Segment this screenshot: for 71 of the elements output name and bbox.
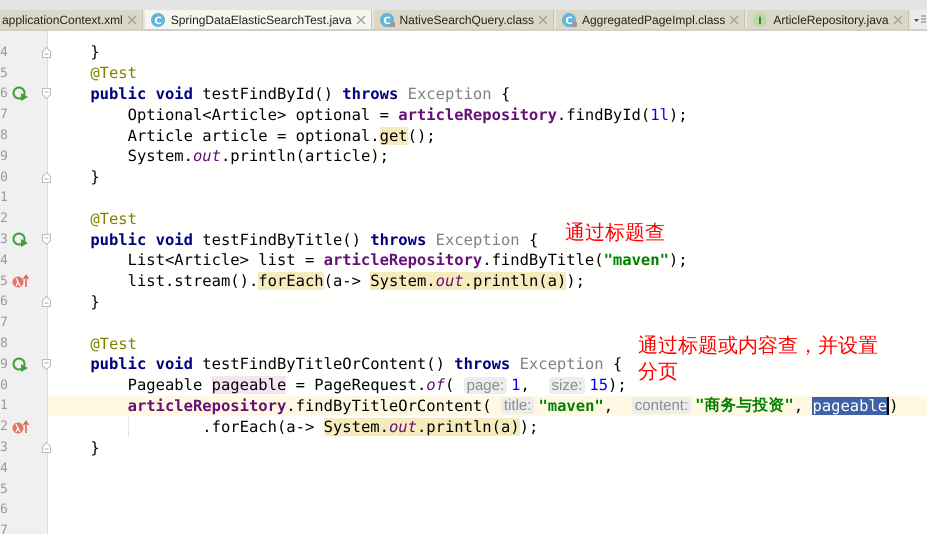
run-icon bbox=[12, 356, 29, 373]
code-line: Article article = optional.get(); bbox=[128, 126, 436, 145]
code-line: Optional<Article> optional = articleRepository.findById(1l); bbox=[128, 106, 688, 124]
line-number: 2 bbox=[0, 211, 9, 226]
fold-icon bbox=[42, 88, 51, 100]
interface-icon: I bbox=[752, 12, 770, 28]
code-line: public void testFindById() throws Exception { bbox=[90, 84, 510, 103]
code-line: } bbox=[90, 43, 100, 62]
class-icon: C bbox=[378, 12, 396, 28]
editor-tab[interactable]: C AggregatedPageImpl.class bbox=[556, 10, 746, 29]
code-line: list.stream().forEach(a-> System.out.println(a)); bbox=[128, 272, 585, 290]
line-number: 6 bbox=[0, 502, 9, 518]
code-line: .forEach(a-> System.out.println(a)); bbox=[202, 418, 538, 436]
code-line: @Test bbox=[90, 64, 137, 82]
run-icon bbox=[12, 231, 29, 248]
line-number: 2 bbox=[0, 419, 9, 434]
lambda-icon bbox=[12, 273, 29, 290]
fold-icon bbox=[42, 358, 51, 370]
editor-tab[interactable]: C NativeSearchQuery.class bbox=[374, 10, 554, 29]
line-number: 3 bbox=[0, 440, 9, 456]
fold-icon bbox=[42, 296, 51, 308]
line-number: 0 bbox=[0, 170, 9, 185]
line-number: 7 bbox=[0, 315, 9, 330]
code-line: } bbox=[90, 438, 100, 457]
close-icon bbox=[892, 14, 903, 24]
code-line: @Test bbox=[90, 334, 137, 353]
class-icon: C bbox=[150, 12, 167, 28]
code-line: } bbox=[90, 292, 100, 311]
tab-list-icon[interactable] bbox=[914, 14, 926, 26]
line-number: 9 bbox=[0, 148, 9, 164]
line-number: 9 bbox=[0, 356, 9, 372]
fold-icon bbox=[42, 442, 51, 454]
line-number: 4 bbox=[0, 460, 9, 476]
line-number: 5 bbox=[0, 482, 9, 497]
editor-tab[interactable]: C SpringDataElasticSearchTest.java bbox=[144, 10, 372, 29]
line-number: 7 bbox=[0, 107, 9, 122]
line-number: 5 bbox=[0, 66, 9, 81]
editor-tab[interactable]: I ArticleRepository.java bbox=[747, 10, 909, 29]
close-icon bbox=[126, 14, 137, 24]
fold-icon bbox=[42, 46, 51, 58]
line-number: 8 bbox=[0, 128, 9, 144]
line-number: 6 bbox=[0, 294, 9, 310]
code-line: public void testFindByTitleOrContent() throws Exception { bbox=[90, 355, 622, 374]
close-icon bbox=[538, 14, 548, 24]
code-line: @Test bbox=[90, 210, 137, 228]
code-line: articleRepository.findByTitleOrContent( title: "maven", content: "商务与投资", pageable) bbox=[128, 395, 898, 416]
lambda-icon bbox=[12, 418, 29, 435]
line-number: 1 bbox=[0, 398, 9, 414]
code-line: public void testFindByTitle() throws Exception { bbox=[90, 230, 538, 249]
fold-icon bbox=[42, 172, 51, 183]
line-number: 4 bbox=[0, 44, 9, 60]
code-line: List<Article> list = articleRepository.findByTitle("maven"); bbox=[128, 251, 688, 270]
code-line: System.out.println(article); bbox=[128, 147, 389, 166]
close-icon bbox=[729, 14, 740, 24]
line-number: 5 bbox=[0, 274, 9, 289]
annotation-note: 通过标题或内容查，并设置分页 bbox=[638, 332, 879, 384]
fold-icon bbox=[42, 234, 51, 246]
run-icon bbox=[12, 85, 29, 102]
class-icon: C bbox=[561, 12, 578, 28]
line-number: 4 bbox=[0, 252, 9, 268]
code-line: Pageable pageable = PageRequest.of( page: 1, size: 15); bbox=[128, 376, 627, 394]
line-number: 8 bbox=[0, 336, 9, 352]
line-number: 7 bbox=[0, 523, 9, 534]
code-line: } bbox=[90, 168, 100, 186]
line-number: 1 bbox=[0, 190, 9, 206]
line-number: 6 bbox=[0, 86, 9, 102]
line-number: 3 bbox=[0, 232, 9, 248]
editor-tab[interactable]: applicationContext.xml bbox=[0, 10, 143, 29]
close-icon bbox=[356, 14, 366, 24]
line-number: 0 bbox=[0, 378, 9, 393]
annotation-note: 通过标题查 bbox=[565, 219, 665, 246]
